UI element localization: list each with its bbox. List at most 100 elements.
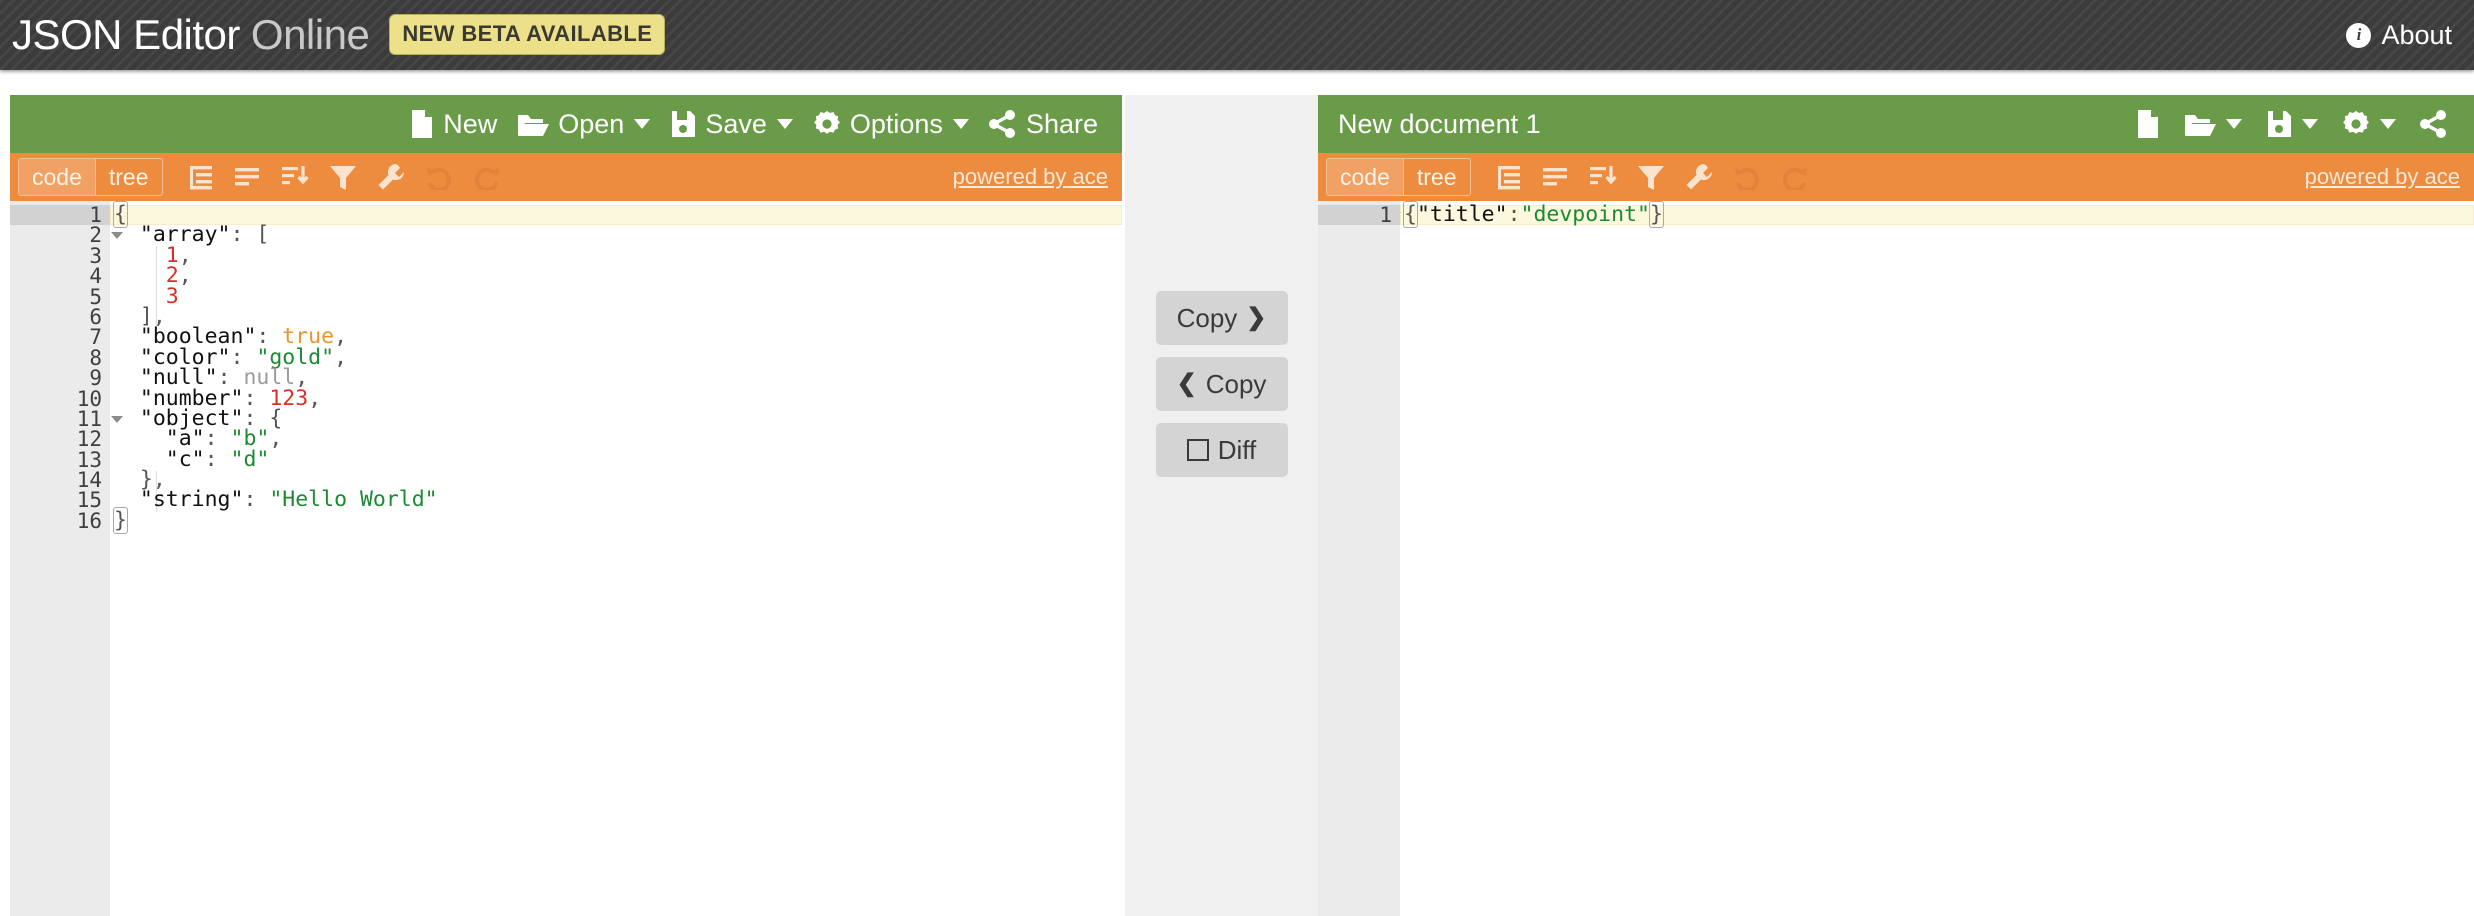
mode-code-button[interactable]: code [1327, 159, 1403, 195]
gutter-line-10[interactable]: 10 [10, 389, 110, 409]
about-button[interactable]: i About [2346, 20, 2452, 51]
copy-right-button[interactable]: Copy ❯ [1156, 291, 1288, 345]
gutter-line-14[interactable]: 14 [10, 470, 110, 490]
undo-icon-glyph [1732, 164, 1762, 190]
format-icon[interactable] [1483, 155, 1531, 199]
gutter-line-7[interactable]: 7 [10, 327, 110, 347]
format-icon[interactable] [175, 155, 223, 199]
app-header: JSON Editor Online NEW BETA AVAILABLE i … [0, 0, 2474, 70]
filter-icon[interactable] [1627, 155, 1675, 199]
filter-icon-glyph [1637, 164, 1665, 191]
copy-left-button[interactable]: ❮ Copy [1156, 357, 1288, 411]
save-button[interactable]: Save [660, 95, 803, 153]
gutter-line-8[interactable]: 8 [10, 348, 110, 368]
gutter-line-11[interactable]: 11 [10, 409, 110, 429]
token: : [205, 447, 231, 472]
floppy-disk-icon [670, 110, 696, 138]
copy-left-label: Copy [1206, 369, 1267, 400]
chevron-right-icon: ❯ [1246, 306, 1266, 330]
right-mode-switch: code tree [1326, 158, 1471, 196]
share-nodes-icon [2420, 110, 2448, 138]
gutter-line-9[interactable]: 9 [10, 368, 110, 388]
diff-button[interactable]: Diff [1156, 423, 1288, 477]
gutter-line-2[interactable]: 2 [10, 225, 110, 245]
gutter-line-15[interactable]: 15 [10, 490, 110, 510]
code-line-15[interactable]: "string": "Hello World" [110, 490, 1122, 510]
chevron-left-icon: ❮ [1177, 372, 1197, 396]
right-tool-bar: code tree [1318, 153, 2474, 201]
open-button[interactable] [2172, 95, 2254, 153]
gutter-line-4[interactable]: 4 [10, 266, 110, 286]
gutter-line-12[interactable]: 12 [10, 429, 110, 449]
brand-title-light: Online [251, 11, 369, 59]
new-button[interactable] [2124, 95, 2172, 153]
code-line-5[interactable]: 3 [110, 287, 1122, 307]
chevron-down-icon [2226, 119, 2242, 129]
right-ace-credit[interactable]: powered by ace [2305, 164, 2460, 190]
gutter-line-5[interactable]: 5 [10, 287, 110, 307]
left-menu-bar: New Open Save [10, 95, 1122, 153]
mode-tree-button[interactable]: tree [95, 159, 162, 195]
file-icon [2136, 109, 2160, 139]
gutter-line-13[interactable]: 13 [10, 450, 110, 470]
token: , [308, 386, 321, 411]
compact-icon[interactable] [223, 155, 271, 199]
redo-icon[interactable] [1771, 155, 1819, 199]
folder-open-icon [2184, 111, 2216, 137]
gutter-line-3[interactable]: 3 [10, 246, 110, 266]
open-button[interactable]: Open [507, 95, 660, 153]
left-code-area[interactable]: { "array": [ 1, 2, 3 ], "boolean": true,… [110, 201, 1122, 916]
gutter-line-1[interactable]: 1 [10, 205, 110, 225]
undo-icon[interactable] [415, 155, 463, 199]
token: "Hello World" [269, 487, 437, 512]
sort-icon[interactable] [271, 155, 319, 199]
gutter-line-1[interactable]: 1 [1318, 205, 1400, 225]
document-title: New document 1 [1332, 109, 1541, 140]
token: , [334, 345, 347, 370]
redo-icon[interactable] [463, 155, 511, 199]
right-gutter[interactable]: 1 [1318, 201, 1400, 916]
beta-badge[interactable]: NEW BETA AVAILABLE [389, 14, 665, 55]
left-code-editor[interactable]: 12345678910111213141516 { "array": [ 1, … [10, 201, 1122, 916]
code-line-4[interactable]: 2, [110, 266, 1122, 286]
token: "d" [231, 447, 270, 472]
right-editor-pane: New document 1 [1318, 95, 2474, 916]
save-button[interactable] [2254, 95, 2330, 153]
app-brand: JSON Editor Online [12, 11, 369, 59]
file-icon [410, 109, 434, 139]
compact-icon[interactable] [1531, 155, 1579, 199]
wrench-icon-glyph [377, 163, 405, 191]
gutter-line-16[interactable]: 16 [10, 511, 110, 531]
token: "devpoint" [1521, 202, 1650, 227]
code-line-2[interactable]: "array": [ [110, 225, 1122, 245]
sort-icon[interactable] [1579, 155, 1627, 199]
copy-right-label: Copy [1177, 303, 1238, 334]
gutter-line-6[interactable]: 6 [10, 307, 110, 327]
right-code-editor[interactable]: 1 {"title":"devpoint"} [1318, 201, 2474, 916]
new-button[interactable]: New [400, 95, 507, 153]
code-line-13[interactable]: "c": "d" [110, 450, 1122, 470]
share-button[interactable]: Share [979, 95, 1108, 153]
share-button[interactable] [2408, 95, 2460, 153]
token: "title" [1417, 202, 1508, 227]
folder-open-icon [517, 111, 549, 137]
code-line-3[interactable]: 1, [110, 246, 1122, 266]
options-label: Options [850, 109, 943, 140]
mode-code-button[interactable]: code [19, 159, 95, 195]
token: : [243, 487, 269, 512]
token: "string" [114, 487, 243, 512]
left-gutter[interactable]: 12345678910111213141516 [10, 201, 110, 916]
options-button[interactable]: Options [803, 95, 979, 153]
right-code-area[interactable]: {"title":"devpoint"} [1400, 201, 2474, 916]
transform-icon[interactable] [367, 155, 415, 199]
redo-icon-glyph [472, 164, 502, 190]
undo-icon[interactable] [1723, 155, 1771, 199]
filter-icon[interactable] [319, 155, 367, 199]
token: : [ [231, 222, 270, 247]
code-line-16[interactable]: } [110, 511, 1122, 531]
options-button[interactable] [2330, 95, 2408, 153]
transform-icon[interactable] [1675, 155, 1723, 199]
mode-tree-button[interactable]: tree [1403, 159, 1470, 195]
code-line-1[interactable]: {"title":"devpoint"} [1400, 205, 2474, 225]
left-ace-credit[interactable]: powered by ace [953, 164, 1108, 190]
